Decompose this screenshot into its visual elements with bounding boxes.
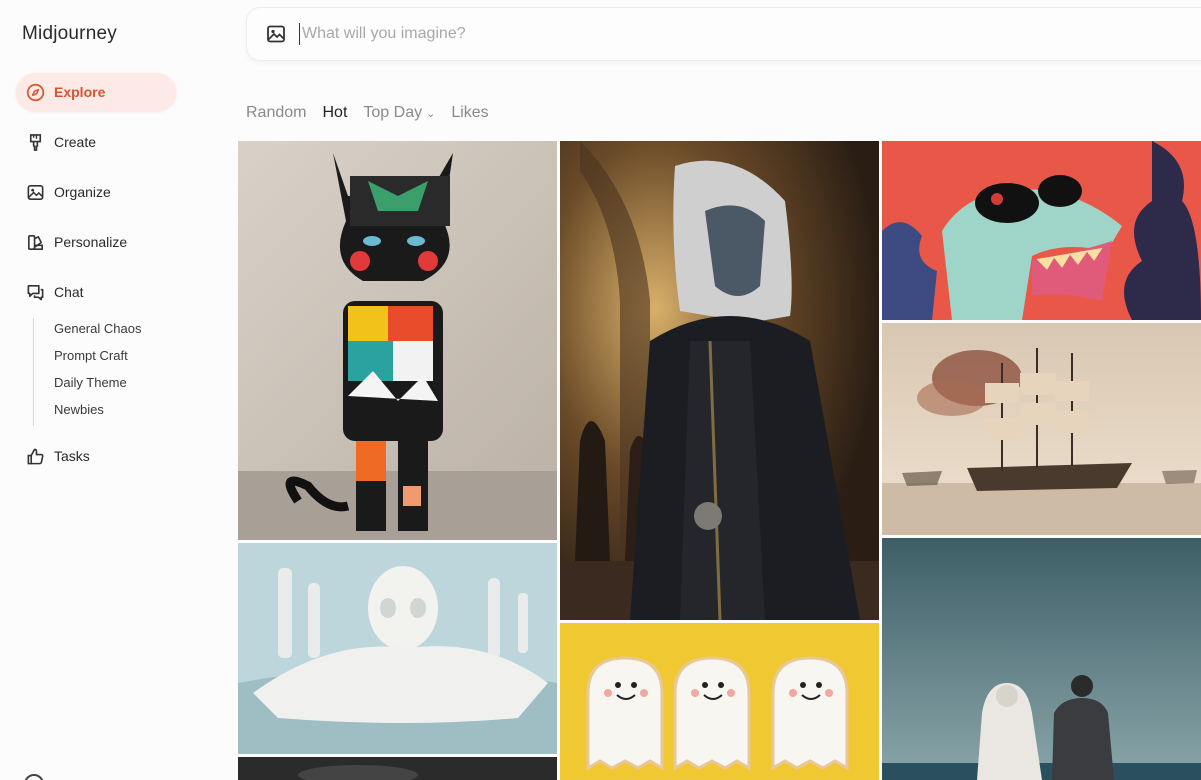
sidebar-item-label: Tasks [54, 448, 90, 464]
sidebar-item-create[interactable]: Create [16, 123, 176, 161]
chat-channel-prompt-craft[interactable]: Prompt Craft [54, 345, 141, 372]
chat-icon [25, 282, 45, 302]
tab-label: Top Day [363, 104, 423, 121]
sidebar-item-label: Explore [54, 84, 106, 100]
image-icon [25, 182, 45, 202]
chevron-down-icon: ⌄ [426, 107, 436, 120]
pale-elf-warrior-image[interactable] [560, 141, 879, 620]
ghost-cookies-image[interactable] [560, 623, 879, 780]
crocodile-sunglasses-illustration-image[interactable] [882, 141, 1201, 320]
tab-label: Random [246, 104, 307, 121]
tab-likes[interactable]: Likes [451, 104, 488, 122]
tab-label: Likes [451, 104, 489, 121]
chat-channel-general-chaos[interactable]: General Chaos [54, 318, 141, 345]
thumbs-up-icon [25, 446, 45, 466]
white-alien-sculpture-image[interactable] [238, 543, 557, 754]
sidebar-item-personalize[interactable]: Personalize [16, 223, 176, 261]
sidebar-item-label: Chat [54, 284, 84, 300]
sidebar: Midjourney Explore Create Organize Perso… [0, 0, 232, 780]
chat-channel-daily-theme[interactable]: Daily Theme [54, 372, 141, 399]
compass-icon [25, 82, 45, 102]
prompt-input[interactable] [299, 23, 799, 45]
brush-icon [25, 132, 45, 152]
chat-channel-list: General Chaos Prompt Craft Daily Theme N… [33, 318, 141, 426]
sidebar-item-label: Organize [54, 184, 111, 200]
sidebar-item-label: Personalize [54, 234, 128, 250]
image-icon[interactable] [265, 23, 287, 45]
sidebar-item-organize[interactable]: Organize [16, 173, 176, 211]
tab-hot[interactable]: Hot [322, 104, 347, 122]
wedding-couple-sea-image[interactable] [882, 538, 1201, 780]
dark-partial-image[interactable] [238, 757, 557, 780]
palette-icon [25, 232, 45, 252]
patterned-cat-figurine-image[interactable] [238, 141, 557, 540]
imagine-prompt-bar[interactable] [246, 7, 1201, 61]
sidebar-item-chat[interactable]: Chat [16, 273, 176, 311]
tab-top-day[interactable]: Top Day ⌄ [363, 104, 435, 122]
profile-icon[interactable] [24, 774, 44, 780]
sidebar-item-tasks[interactable]: Tasks [16, 437, 176, 475]
sidebar-item-explore[interactable]: Explore [16, 73, 176, 111]
chat-channel-newbies[interactable]: Newbies [54, 399, 141, 426]
tab-label: Hot [322, 104, 348, 121]
sailing-ship-painting-image[interactable] [882, 323, 1201, 535]
feed-filter-tabs: Random Hot Top Day ⌄ Likes [246, 104, 489, 122]
sidebar-item-label: Create [54, 134, 97, 150]
brand-logo[interactable]: Midjourney [22, 23, 117, 45]
tab-random[interactable]: Random [246, 104, 306, 122]
